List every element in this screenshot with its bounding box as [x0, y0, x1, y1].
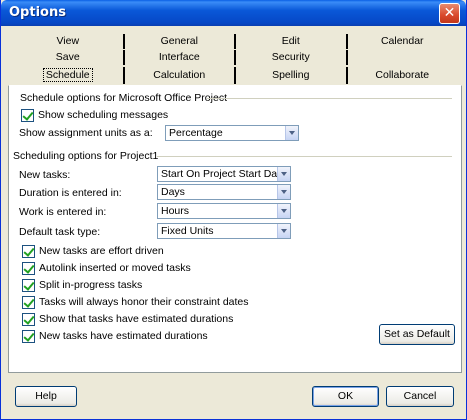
split-tasks-checkbox[interactable]: [22, 278, 35, 292]
dropdown-arrow-icon[interactable]: [277, 224, 290, 238]
split-tasks-row[interactable]: Split in-progress tasks: [22, 278, 142, 292]
task-type-label: Default task type:: [19, 226, 101, 238]
effort-driven-checkbox[interactable]: [22, 244, 35, 258]
autolink-label: Autolink inserted or moved tasks: [39, 262, 191, 274]
new-estimated-checkbox[interactable]: [22, 329, 35, 343]
group-divider: [157, 156, 452, 157]
tab-collaborate[interactable]: Collaborate: [348, 67, 458, 84]
dropdown-arrow-icon[interactable]: [277, 167, 290, 181]
show-estimated-label: Show that tasks have estimated durations: [39, 313, 234, 325]
set-as-default-button[interactable]: Set as Default: [379, 324, 455, 345]
honor-constraints-row[interactable]: Tasks will always honor their constraint…: [22, 295, 249, 309]
show-scheduling-messages-row[interactable]: Show scheduling messages: [21, 108, 168, 122]
help-button[interactable]: Help: [15, 386, 77, 407]
work-value: Hours: [161, 205, 190, 217]
schedule-options-header: Schedule options for Microsoft Office Pr…: [20, 92, 227, 104]
effort-driven-label: New tasks are effort driven: [39, 245, 164, 257]
tab-view[interactable]: View: [13, 34, 125, 49]
title-bar[interactable]: Options ✕: [1, 0, 466, 26]
schedule-panel: Schedule options for Microsoft Office Pr…: [8, 85, 462, 373]
assignment-units-label: Show assignment units as a:: [19, 127, 153, 139]
effort-driven-row[interactable]: New tasks are effort driven: [22, 244, 164, 258]
new-tasks-label: New tasks:: [19, 169, 71, 181]
tab-calendar[interactable]: Calendar: [348, 34, 458, 49]
new-estimated-label: New tasks have estimated durations: [39, 330, 208, 342]
close-button[interactable]: ✕: [439, 3, 460, 24]
autolink-checkbox[interactable]: [22, 261, 35, 275]
dropdown-arrow-icon[interactable]: [285, 126, 298, 140]
honor-constraints-checkbox[interactable]: [22, 295, 35, 309]
tab-interface[interactable]: Interface: [125, 50, 236, 65]
show-scheduling-messages-label: Show scheduling messages: [38, 109, 169, 121]
work-select[interactable]: Hours: [157, 203, 291, 219]
tab-save[interactable]: Save: [13, 50, 125, 65]
tab-security[interactable]: Security: [236, 50, 348, 65]
tab-empty: [348, 50, 458, 65]
tab-calculation[interactable]: Calculation: [125, 67, 236, 84]
tab-general[interactable]: General: [125, 34, 236, 49]
duration-value: Days: [161, 186, 185, 198]
dropdown-arrow-icon[interactable]: [277, 204, 290, 218]
tab-strip: View General Edit Calendar Save Interfac…: [13, 34, 457, 88]
cancel-button[interactable]: Cancel: [386, 386, 454, 407]
ok-button[interactable]: OK: [312, 386, 379, 407]
new-tasks-value: Start On Project Start Date: [161, 168, 286, 180]
duration-label: Duration is entered in:: [19, 187, 122, 199]
tab-row-1: View General Edit Calendar: [13, 34, 457, 49]
project-options-header: Scheduling options for Project1: [13, 150, 159, 162]
options-dialog: Options ✕ View General Edit Calendar Sav…: [0, 0, 467, 420]
tab-edit[interactable]: Edit: [236, 34, 348, 49]
show-estimated-checkbox[interactable]: [22, 312, 35, 326]
dropdown-arrow-icon[interactable]: [277, 185, 290, 199]
split-tasks-label: Split in-progress tasks: [39, 279, 143, 291]
close-icon: ✕: [443, 5, 456, 21]
task-type-select[interactable]: Fixed Units: [157, 223, 291, 239]
assignment-units-select[interactable]: Percentage: [165, 125, 299, 141]
duration-select[interactable]: Days: [157, 184, 291, 200]
tab-spelling[interactable]: Spelling: [236, 67, 348, 84]
new-estimated-row[interactable]: New tasks have estimated durations: [22, 329, 208, 343]
tab-schedule[interactable]: Schedule: [13, 67, 125, 84]
autolink-row[interactable]: Autolink inserted or moved tasks: [22, 261, 191, 275]
group-divider: [207, 98, 452, 99]
assignment-units-value: Percentage: [169, 127, 223, 139]
new-tasks-select[interactable]: Start On Project Start Date: [157, 166, 291, 182]
tab-row-3: Schedule Calculation Spelling Collaborat…: [13, 67, 457, 84]
tab-row-2: Save Interface Security: [13, 50, 457, 65]
honor-constraints-label: Tasks will always honor their constraint…: [39, 296, 249, 308]
window-title: Options: [9, 5, 66, 20]
show-estimated-row[interactable]: Show that tasks have estimated durations: [22, 312, 233, 326]
show-scheduling-messages-checkbox[interactable]: [21, 108, 34, 122]
task-type-value: Fixed Units: [161, 225, 214, 237]
work-label: Work is entered in:: [19, 206, 107, 218]
